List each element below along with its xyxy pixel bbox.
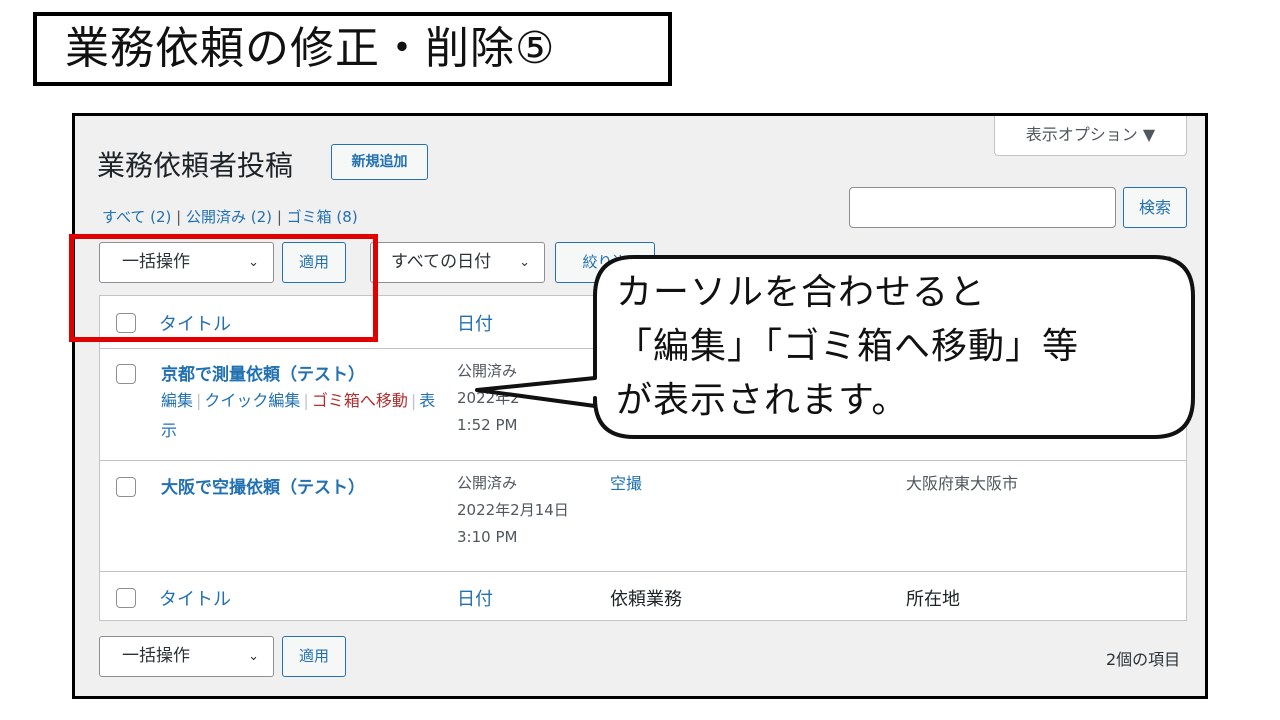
callout-text: カーソルを合わせると 「編集」「ゴミ箱へ移動」等 が表示されます。 xyxy=(616,266,1079,428)
date-filter-label: すべての日付 xyxy=(391,252,492,272)
highlight-box xyxy=(69,234,378,342)
filter-separator: | xyxy=(276,208,282,226)
search-input[interactable] xyxy=(849,187,1116,228)
callout-line: 「編集」「ゴミ箱へ移動」等 xyxy=(616,326,1080,367)
column-request-type-footer: 依頼業務 xyxy=(610,589,682,610)
status-filter-links: すべて (2) | 公開済み (2) | ゴミ箱 (8) xyxy=(102,206,358,227)
post-date: 2022年2月14日 xyxy=(457,501,569,519)
column-date-footer[interactable]: 日付 xyxy=(457,585,493,611)
filter-all-link[interactable]: すべて (2) xyxy=(102,208,171,226)
column-title-footer[interactable]: タイトル xyxy=(159,585,231,611)
callout-line: が表示されます。 xyxy=(616,380,909,421)
edit-action-link[interactable]: 編集 xyxy=(161,391,193,410)
filter-trash-link[interactable]: ゴミ箱 (8) xyxy=(287,208,358,226)
apply-button-bottom[interactable]: 適用 xyxy=(282,636,346,677)
page-title: 業務依頼者投稿 xyxy=(97,149,294,182)
search-button[interactable]: 検索 xyxy=(1123,187,1187,228)
quick-edit-action-link[interactable]: クイック編集 xyxy=(204,391,300,410)
date-filter-select[interactable]: すべての日付 ⌄ xyxy=(370,242,545,283)
action-separator: | xyxy=(196,391,202,410)
request-type-link[interactable]: 空撮 xyxy=(610,470,642,497)
bulk-action-label: 一括操作 xyxy=(122,646,190,666)
action-separator: | xyxy=(410,391,417,410)
row-divider xyxy=(100,460,1186,461)
row-divider xyxy=(100,571,1186,572)
column-date-header[interactable]: 日付 xyxy=(457,310,493,336)
post-title-link[interactable]: 京都で測量依頼（テスト） xyxy=(161,360,365,385)
post-time: 1:52 PM xyxy=(457,416,518,434)
post-status: 公開済み xyxy=(457,362,518,380)
row-checkbox[interactable] xyxy=(116,477,136,497)
post-title-link[interactable]: 大阪で空撮依頼（テスト） xyxy=(161,473,365,498)
chevron-down-icon: ⌄ xyxy=(248,649,259,664)
item-count-bottom: 2個の項目 xyxy=(1106,650,1181,669)
column-location-footer: 所在地 xyxy=(906,589,960,610)
screen-options-button[interactable]: 表示オプション ▼ xyxy=(994,116,1187,156)
row-checkbox[interactable] xyxy=(116,364,136,384)
trash-action-link[interactable]: ゴミ箱へ移動 xyxy=(312,391,408,410)
add-new-button[interactable]: 新規追加 xyxy=(331,144,428,180)
post-time: 3:10 PM xyxy=(457,528,518,546)
action-separator: | xyxy=(303,391,309,410)
row-actions: 編集 | クイック編集 | ゴミ箱へ移動 | 表示 xyxy=(161,386,436,446)
filter-separator: | xyxy=(176,208,182,226)
chevron-down-icon: ⌄ xyxy=(519,255,530,270)
slide-title: 業務依頼の修正・削除⑤ xyxy=(33,12,672,86)
callout-line: カーソルを合わせると xyxy=(616,272,987,313)
location-value: 大阪府東大阪市 xyxy=(906,474,1019,493)
filter-published-link[interactable]: 公開済み (2) xyxy=(186,208,272,226)
post-status: 公開済み xyxy=(457,474,518,492)
bulk-action-select-bottom[interactable]: 一括操作 ⌄ xyxy=(99,636,274,677)
select-all-checkbox-footer[interactable] xyxy=(116,588,136,608)
